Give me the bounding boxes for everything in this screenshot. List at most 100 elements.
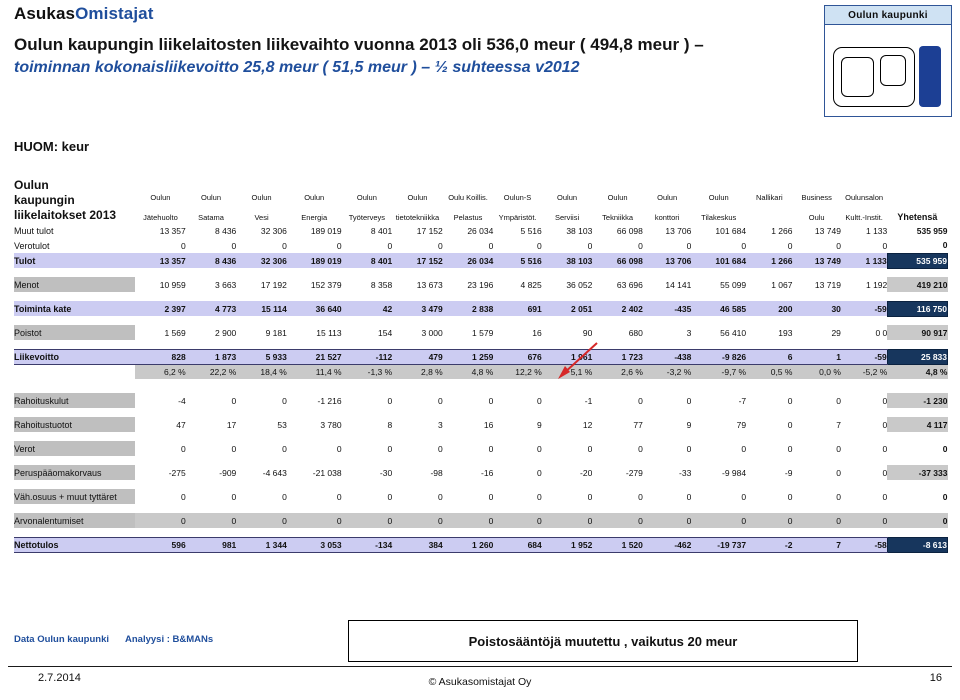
- table-cell: 0: [787, 395, 793, 406]
- table-cell: 676: [493, 348, 542, 365]
- table-row: Väh.osuus + muut tyttäret 0 0 0 0 0 0 0 0 0 0 0 0 0 0 0…: [14, 489, 948, 504]
- spacer-cell: [14, 432, 948, 441]
- spacer-cell: [14, 504, 948, 513]
- row-total-cell: 0: [942, 443, 948, 454]
- table-cell: -4 643: [262, 467, 287, 478]
- table-row: Verot 0 0 0 0 0 0 0 0 0 0 0 0 0 0 0 0: [14, 441, 948, 456]
- brand-part-two: Omistajat: [75, 4, 154, 23]
- source-credits: Data Oulun kaupunki Analyysi : B&MANs: [14, 634, 229, 645]
- table-row: Peruspääomakorvaus -275 -909 -4 643 -21 038 -…: [14, 465, 948, 480]
- table-row-spacer: [14, 316, 948, 325]
- column-header-10-bottom: konttori: [654, 213, 680, 222]
- column-header-1-top: Oulun: [200, 193, 221, 203]
- table-cell: 0: [438, 491, 443, 502]
- table-cell: -462: [642, 536, 692, 553]
- row-total-cell: -8 613: [886, 536, 949, 553]
- source-analysis-label: Analyysi : B&MANs: [125, 634, 214, 645]
- table-cell: 7: [836, 419, 841, 430]
- logo-blue-bar: [919, 46, 941, 107]
- column-header-10-top: Oulun: [657, 193, 678, 203]
- table-row-spacer: [14, 408, 948, 417]
- table-cell: 0: [341, 513, 393, 528]
- table-cell: 1 579: [472, 327, 494, 338]
- table-cell: 1 133: [840, 253, 888, 268]
- column-header-8-top: Oulun: [557, 193, 578, 203]
- section-title-line-2: kaupungin: [14, 193, 75, 207]
- table-cell: 0: [488, 443, 494, 454]
- column-header-4-bottom: Työterveys: [348, 213, 386, 222]
- table-cell: 8 436: [185, 253, 237, 268]
- table-cell: 11,4 %: [286, 364, 342, 379]
- table-cell: 828: [135, 348, 186, 365]
- table-cell: 79: [736, 419, 747, 430]
- table-cell: -4: [178, 395, 186, 406]
- column-header-7-top: Oulun-S: [503, 193, 532, 203]
- table-cell: -134: [341, 536, 393, 553]
- table-cell: 22,2 %: [185, 364, 237, 379]
- table-cell: 17 152: [392, 253, 443, 268]
- row-total-cell: 116 750: [886, 300, 949, 317]
- table-cell: 47: [176, 419, 186, 430]
- spacer-cell: [14, 379, 948, 393]
- table-cell: 0: [587, 443, 593, 454]
- table-body: Muut tulot 13 357 8 436 32 306 189 019 8 401 1…: [14, 223, 949, 553]
- footer-divider: [8, 666, 952, 667]
- table-cell: 8 401: [370, 225, 393, 236]
- table-cell: 596: [135, 536, 186, 553]
- table-cell: 13 706: [642, 253, 692, 268]
- table-cell: 0: [488, 491, 494, 502]
- table-cell: 12: [582, 419, 593, 430]
- table-cell: 0: [185, 513, 237, 528]
- spacer-cell: [14, 480, 948, 489]
- section-title-line-3: liikelaitokset 2013: [14, 208, 117, 222]
- table-cell: 0: [792, 513, 841, 528]
- table-cell: 0: [836, 491, 841, 502]
- source-data-label: Data Oulun kaupunki: [14, 634, 110, 645]
- table-cell: 101 684: [691, 253, 747, 268]
- table-cell: -438: [642, 348, 692, 365]
- table-row: Nettotulos 596 981 1 344 3 053 -134 384 1 260 68…: [14, 536, 949, 553]
- table-cell: -112: [341, 348, 393, 365]
- table-cell: 0: [387, 443, 393, 454]
- table-row-spacer: [14, 379, 948, 393]
- table-cell: 0: [882, 443, 888, 454]
- row-label: Tulot: [14, 253, 136, 268]
- page-title: Oulun kaupungin liikelaitosten liikevaih…: [14, 34, 814, 79]
- table-cell: 9: [537, 419, 542, 430]
- table-cell: 26 034: [467, 225, 494, 236]
- table-cell: 0,0 %: [792, 364, 841, 379]
- column-header-2-bottom: Vesi: [254, 213, 269, 222]
- table-cell: 38 103: [566, 225, 593, 236]
- financial-table: Oulun kaupungin liikelaitokset 2013 Oulu…: [14, 178, 949, 553]
- table-cell: 13 749: [792, 253, 841, 268]
- table-cell: 0 0: [875, 327, 888, 338]
- table-cell: 5 516: [520, 225, 542, 236]
- table-cell: 0: [787, 491, 793, 502]
- table-cell: 0: [282, 240, 287, 251]
- table-cell: 7: [792, 536, 841, 553]
- column-header-6-top: Oulu Koillis.: [448, 193, 488, 203]
- column-header-11-top: Oulun: [708, 193, 729, 203]
- table-cell: 8 401: [341, 253, 393, 268]
- table-cell: 981: [185, 536, 237, 553]
- table-cell: 13 706: [665, 225, 692, 236]
- column-header-6-bottom: Pelastus: [453, 213, 483, 222]
- table-cell: 13 673: [416, 279, 443, 290]
- table-cell: 0: [592, 513, 643, 528]
- table-cell: -9,7 %: [691, 364, 747, 379]
- table-cell: 18,4 %: [236, 364, 287, 379]
- table-cell: 0: [537, 467, 542, 478]
- table-cell: 2 838: [442, 301, 494, 316]
- table-cell: 384: [392, 536, 443, 553]
- table-cell: 152 379: [310, 279, 342, 290]
- table-header: Oulun kaupungin liikelaitokset 2013 Oulu…: [14, 178, 948, 223]
- column-header-1-bottom: Satama: [198, 213, 224, 222]
- table-cell: 684: [493, 536, 542, 553]
- table-row-spacer: [14, 340, 948, 349]
- table-cell: -279: [625, 467, 643, 478]
- table-cell: 0: [638, 443, 643, 454]
- table-cell: 154: [378, 327, 393, 338]
- spacer-cell: [14, 316, 948, 325]
- table-cell: -30: [379, 467, 393, 478]
- table-cell: 32 306: [236, 253, 287, 268]
